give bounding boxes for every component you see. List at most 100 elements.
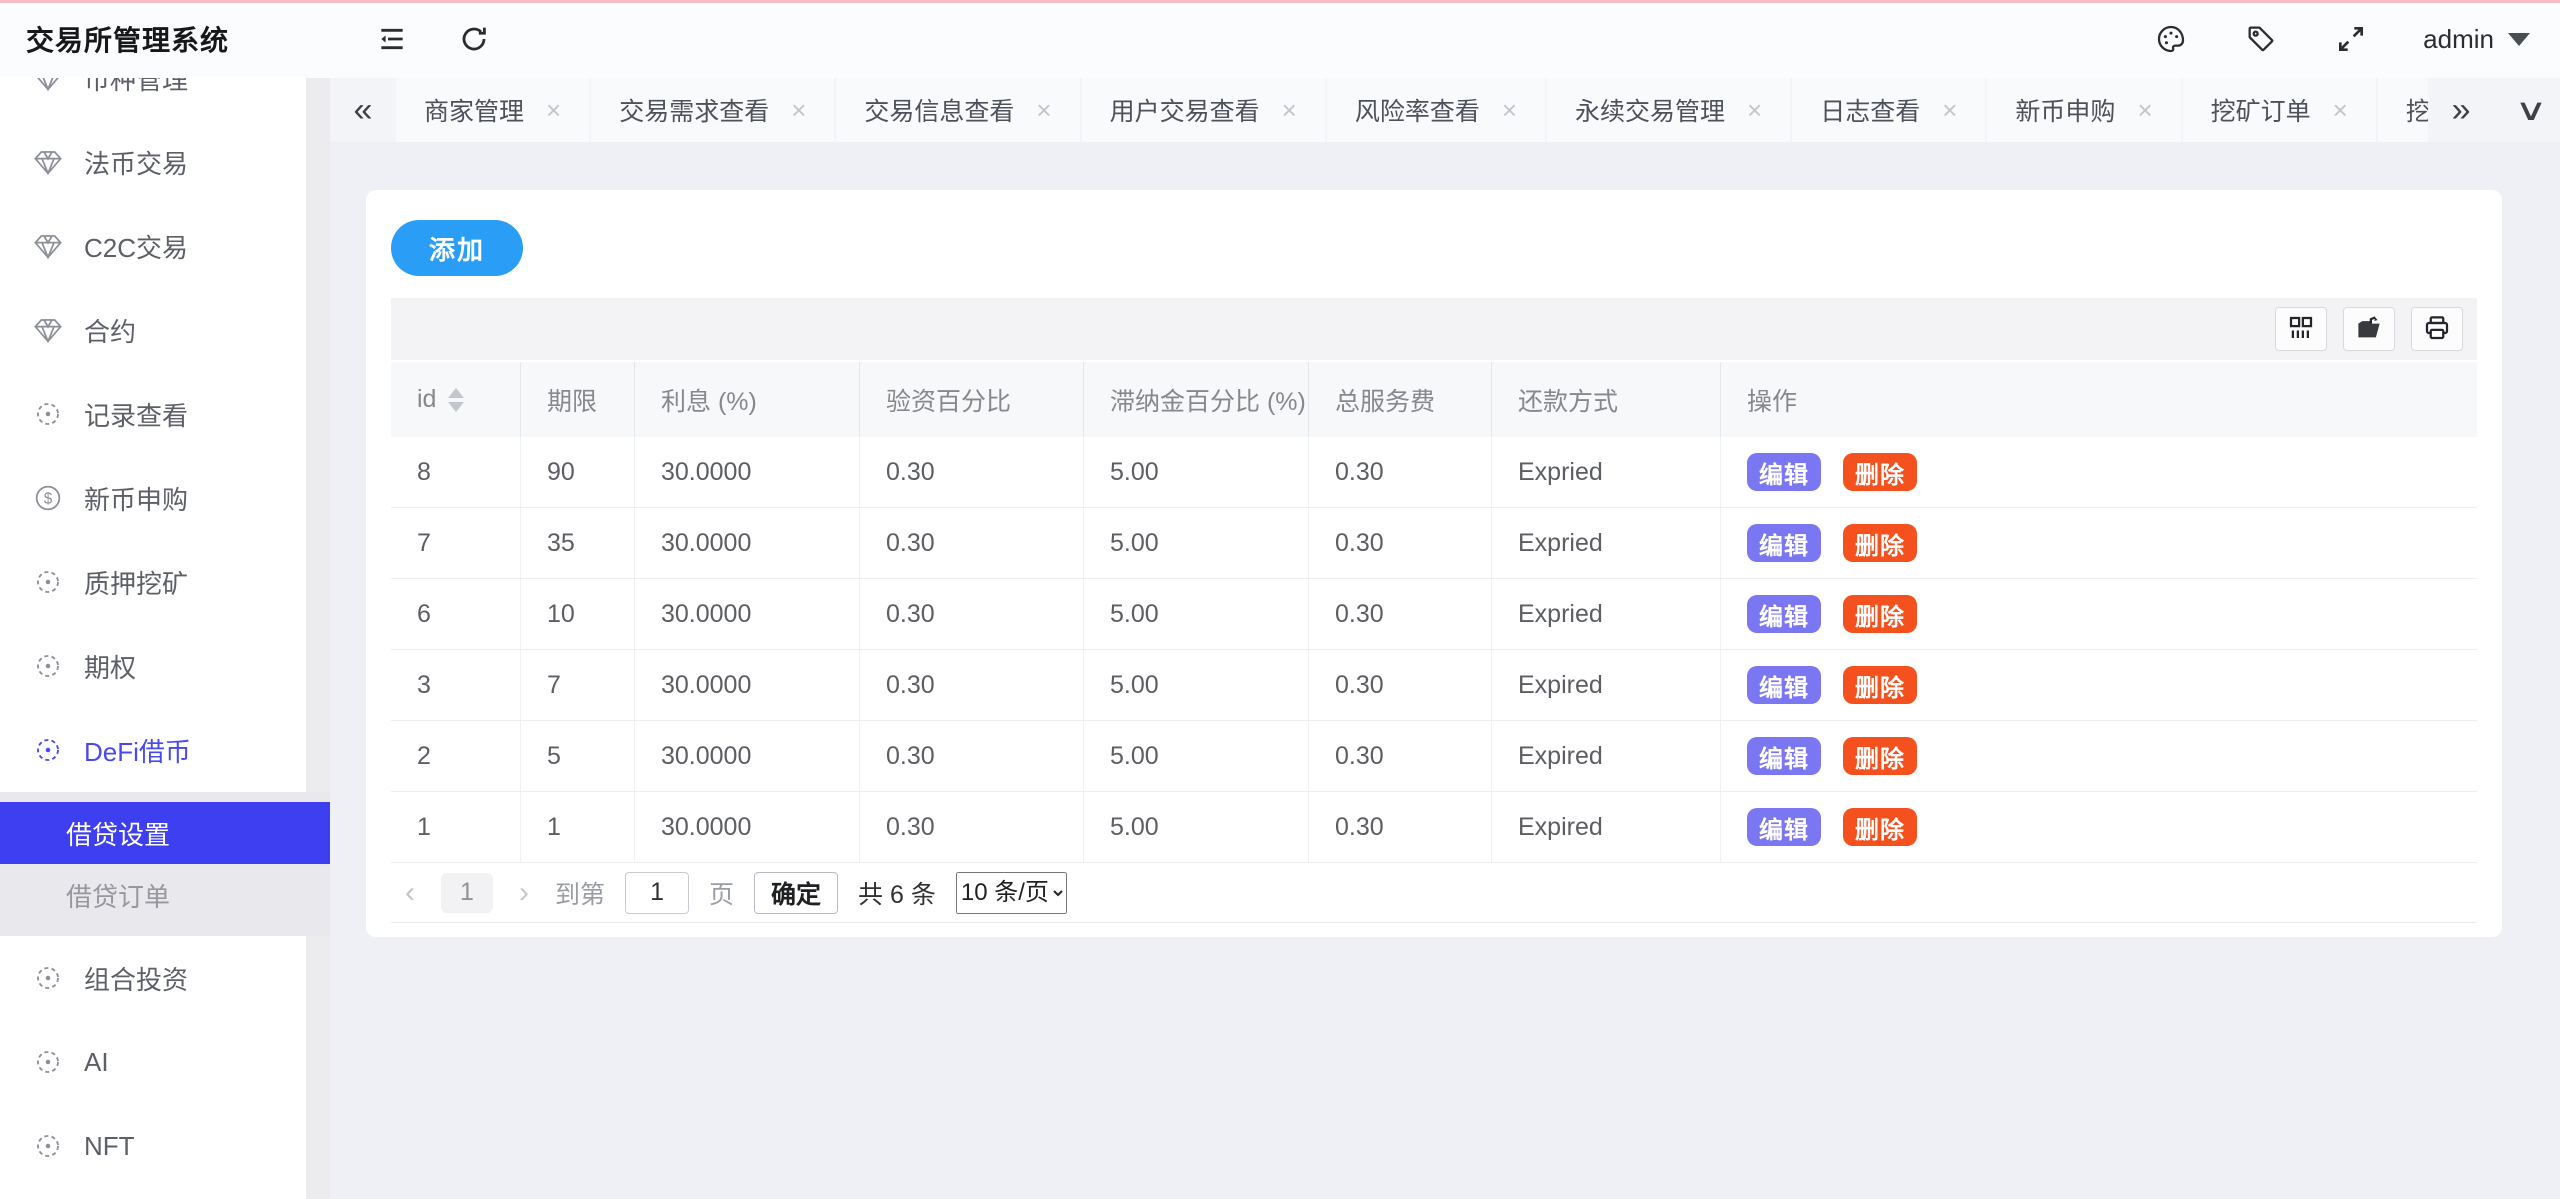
delete-button[interactable]: 删除 [1843,595,1917,633]
columns-button[interactable] [2275,307,2327,351]
tab-close-icon[interactable]: × [1942,97,1957,123]
caret-down-icon [2508,33,2530,46]
submenu-item-借贷设置[interactable]: 借贷设置 [0,802,330,864]
table-row: 73530.00000.305.000.30Expried编辑删除 [391,508,2477,579]
edit-button[interactable]: 编辑 [1747,737,1821,775]
sidebar-item-新币申购[interactable]: $新币申购 [0,456,330,540]
top-header: 交易所管理系统 admin [0,0,2560,78]
cell-interest: 30.0000 [635,721,860,791]
tab-日志查看[interactable]: 日志查看× [1792,78,1985,142]
palette-icon[interactable] [2153,21,2189,57]
column-header-还款方式: 还款方式 [1492,362,1721,437]
tab-挖矿订单[interactable]: 挖矿订单 × [2183,78,2376,142]
column-header-label: 利息 (%) [661,382,757,418]
tab-close-icon[interactable]: × [2333,97,2348,123]
sidebar-item-label: NFT [84,1131,135,1162]
delete-button[interactable]: 删除 [1843,453,1917,491]
tab-label: 挖矿订单 [2211,92,2311,128]
column-header-id[interactable]: id [391,362,521,437]
column-header-总服务费: 总服务费 [1309,362,1492,437]
edit-button[interactable]: 编辑 [1747,666,1821,704]
columns-icon [2286,313,2316,346]
cell-repay: Expired [1492,721,1721,791]
tabs-dropdown-button[interactable]: ∨ [2515,93,2548,128]
gem-icon [32,146,64,178]
sidebar-item-C2C交易[interactable]: C2C交易 [0,204,330,288]
cell-id: 7 [391,508,521,578]
confirm-page-button[interactable]: 确定 [754,872,838,914]
refresh-icon[interactable] [456,21,492,57]
header-left-actions [330,21,492,57]
tab-商家管理[interactable]: 商家管理 × [396,78,589,142]
edit-button[interactable]: 编辑 [1747,808,1821,846]
gauge-icon [32,566,64,598]
table-row: 2530.00000.305.000.30Expired编辑删除 [391,721,2477,792]
export-button[interactable] [2343,307,2395,351]
cell-actions: 编辑删除 [1721,792,2477,862]
total-count-label: 共 6 条 [858,875,936,911]
tab-close-icon[interactable]: × [2137,97,2152,123]
cell-late_fee_pct: 5.00 [1084,508,1309,578]
tab-用户交易查看[interactable]: 用户交易查看× [1082,78,1325,142]
delete-button[interactable]: 删除 [1843,666,1917,704]
sidebar-item-记录查看[interactable]: 记录查看 [0,372,330,456]
tab-close-icon[interactable]: × [1282,97,1297,123]
edit-button[interactable]: 编辑 [1747,453,1821,491]
table-row: 61030.00000.305.000.30Expried编辑删除 [391,579,2477,650]
sidebar-item-label: 期权 [84,648,136,685]
sidebar-item-label: DeFi借币 [84,732,191,769]
cell-term: 5 [521,721,635,791]
delete-button[interactable]: 删除 [1843,808,1917,846]
cell-capital_pct: 0.30 [860,721,1084,791]
tab-close-icon[interactable]: × [1502,97,1517,123]
tab-交易信息查看[interactable]: 交易信息查看× [836,78,1079,142]
sidebar-item-DeFi借币[interactable]: DeFi借币 [0,708,330,792]
tab-永续交易管理[interactable]: 永续交易管理× [1547,78,1790,142]
tab-风险率查看[interactable]: 风险率查看× [1327,78,1545,142]
tabs-scroll-right-button[interactable]: » [2428,78,2494,142]
goto-page-label: 到第 [555,875,605,911]
tab-新币申购[interactable]: 新币申购 × [1987,78,2180,142]
page-size-select[interactable]: 10 条/页 [956,872,1067,914]
current-page-badge[interactable]: 1 [441,873,493,913]
user-menu[interactable]: admin [2423,24,2530,55]
tab-close-icon[interactable]: × [791,97,806,123]
tab-close-icon[interactable]: × [546,97,561,123]
cell-capital_pct: 0.30 [860,579,1084,649]
cell-service_fee: 0.30 [1309,437,1492,507]
menu-fold-icon[interactable] [374,21,410,57]
sort-icon[interactable] [448,388,464,412]
delete-button[interactable]: 删除 [1843,737,1917,775]
cell-id: 3 [391,650,521,720]
tab-close-icon[interactable]: × [1036,97,1051,123]
tab-label: 商家管理 [424,92,524,128]
edit-button[interactable]: 编辑 [1747,524,1821,562]
next-page-button[interactable]: › [513,876,535,910]
add-button[interactable]: 添加 [391,220,523,276]
sidebar-item-法币交易[interactable]: 法币交易 [0,120,330,204]
tab-close-icon[interactable]: × [1747,97,1762,123]
page-number-input[interactable] [625,872,689,914]
sidebar-item-NFT[interactable]: NFT [0,1104,330,1188]
print-button[interactable] [2411,307,2463,351]
print-icon [2422,313,2452,346]
delete-button[interactable]: 删除 [1843,524,1917,562]
tag-icon[interactable] [2243,21,2279,57]
fullscreen-icon[interactable] [2333,21,2369,57]
column-header-label: 期限 [547,382,597,418]
sidebar-item-组合投资[interactable]: 组合投资 [0,936,330,1020]
tab-交易需求查看[interactable]: 交易需求查看× [591,78,834,142]
tab-label: 挖矿设置 [2406,92,2428,128]
sidebar-item-币种管理[interactable]: 币种管理 [0,78,330,120]
sidebar-item-合约[interactable]: 合约 [0,288,330,372]
tab-label: 新币申购 [2015,92,2115,128]
sidebar-item-质押挖矿[interactable]: 质押挖矿 [0,540,330,624]
prev-page-button[interactable]: ‹ [399,876,421,910]
edit-button[interactable]: 编辑 [1747,595,1821,633]
tabs-scroll-left-button[interactable]: « [330,78,396,142]
sidebar-item-期权[interactable]: 期权 [0,624,330,708]
submenu-item-借贷订单[interactable]: 借贷订单 [0,864,330,926]
tab-挖矿设置[interactable]: 挖矿设置× [2378,78,2428,142]
sidebar-item-AI[interactable]: AI [0,1020,330,1104]
cell-repay: Expired [1492,650,1721,720]
